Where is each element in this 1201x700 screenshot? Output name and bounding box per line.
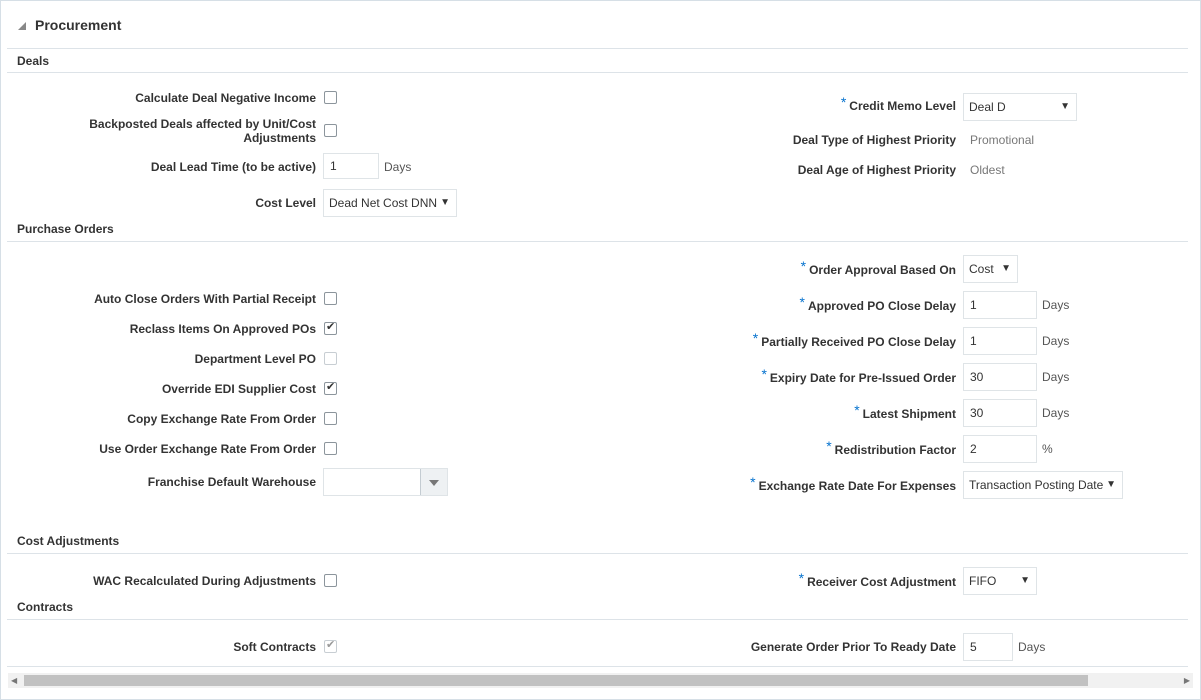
generate-order-input[interactable]: 5 [963,633,1013,661]
divider [7,72,1188,73]
reclass-items-label: Reclass Items On Approved POs [129,322,316,336]
calc-deal-negative-income-checkbox[interactable] [324,91,337,104]
scrollbar-thumb[interactable] [24,675,1088,686]
auto-close-orders-checkbox[interactable] [324,292,337,305]
backposted-deals-checkbox[interactable] [324,124,337,137]
latest-shipment-input[interactable]: 30 [963,399,1037,427]
receiver-cost-adjustment-select[interactable]: FIFO ▼ [963,567,1037,595]
receiver-cost-adjustment-label: * Receiver Cost Adjustment [798,570,956,589]
divider [7,241,1188,242]
generate-order-label: Generate Order Prior To Ready Date [750,640,956,654]
partial-po-close-unit: Days [1042,334,1070,348]
divider [7,48,1188,49]
expiry-date-unit: Days [1042,370,1070,384]
scroll-right-icon[interactable]: ▶ [1184,673,1190,688]
expiry-date-input[interactable]: 30 [963,363,1037,391]
collapse-triangle-icon[interactable] [18,22,26,30]
deal-type-priority-value: Promotional [970,133,1035,147]
divider [7,619,1188,620]
divider [7,666,1188,667]
partial-po-close-label: * Partially Received PO Close Delay [752,330,956,349]
partial-po-close-input[interactable]: 1 [963,327,1037,355]
copy-exchange-rate-label: Copy Exchange Rate From Order [127,412,316,426]
chevron-down-icon [429,480,439,486]
approved-po-close-input[interactable]: 1 [963,291,1037,319]
redistribution-factor-input[interactable]: 2 [963,435,1037,463]
exchange-rate-date-label: * Exchange Rate Date For Expenses [750,474,956,493]
horizontal-scrollbar[interactable]: ◀ ▶ [8,673,1193,688]
soft-contracts-label: Soft Contracts [233,640,316,654]
reclass-items-checkbox[interactable]: ✔ [324,321,337,335]
credit-memo-level-select[interactable]: Deal D ▼ [963,93,1077,121]
department-level-po-label: Department Level PO [194,352,316,366]
wac-recalculated-label: WAC Recalculated During Adjustments [93,574,316,588]
order-approval-based-label: * Order Approval Based On [800,258,956,277]
chevron-down-icon: ▼ [1106,479,1116,490]
soft-contracts-checkbox[interactable]: ✔ [324,639,337,653]
scroll-left-icon[interactable]: ◀ [11,673,17,688]
expiry-date-label: * Expiry Date for Pre-Issued Order [761,366,956,385]
order-approval-based-select[interactable]: Cost ▼ [963,255,1018,283]
chevron-down-icon: ▼ [1020,575,1030,586]
dropdown-button[interactable] [420,469,447,495]
section-cost-adjustments: Cost Adjustments [17,534,120,548]
chevron-down-icon: ▼ [440,197,450,208]
use-order-exchange-checkbox[interactable] [324,442,337,455]
franchise-warehouse-label: Franchise Default Warehouse [147,475,316,489]
checkmark-icon: ✔ [326,639,336,651]
chevron-down-icon: ▼ [1060,101,1070,112]
redistribution-factor-label: * Redistribution Factor [826,438,956,457]
deal-lead-time-unit: Days [384,160,412,174]
cost-level-label: Cost Level [255,196,316,210]
deal-lead-time-label: Deal Lead Time (to be active) [150,160,316,174]
latest-shipment-label: * Latest Shipment [854,402,956,421]
divider [7,553,1188,554]
section-contracts: Contracts [17,600,74,614]
auto-close-orders-label: Auto Close Orders With Partial Receipt [94,292,316,306]
deal-age-priority-value: Oldest [970,163,1005,177]
credit-memo-level-label: * Credit Memo Level [840,94,956,113]
wac-recalculated-checkbox[interactable] [324,574,337,587]
approved-po-close-unit: Days [1042,298,1070,312]
cost-level-select[interactable]: Dead Net Cost DNN ▼ [323,189,457,217]
calc-deal-negative-income-label: Calculate Deal Negative Income [135,91,316,105]
panel-title: Procurement [35,17,122,33]
checkmark-icon: ✔ [326,381,336,393]
checkmark-icon: ✔ [326,321,336,333]
chevron-down-icon: ▼ [1001,263,1011,274]
generate-order-unit: Days [1018,640,1046,654]
redistribution-factor-unit: % [1042,442,1053,456]
department-level-po-checkbox[interactable] [324,352,337,365]
use-order-exchange-label: Use Order Exchange Rate From Order [99,442,316,456]
exchange-rate-date-select[interactable]: Transaction Posting Date ▼ [963,471,1123,499]
override-edi-checkbox[interactable]: ✔ [324,381,337,395]
deal-lead-time-input[interactable]: 1 [323,153,379,179]
approved-po-close-label: * Approved PO Close Delay [799,294,957,313]
franchise-warehouse-combobox[interactable] [323,468,448,496]
override-edi-label: Override EDI Supplier Cost [161,382,316,396]
deal-type-priority-label: Deal Type of Highest Priority [792,133,956,147]
section-deals: Deals [17,54,50,68]
latest-shipment-unit: Days [1042,406,1070,420]
section-purchase-orders: Purchase Orders [17,222,114,236]
backposted-deals-label: Backposted Deals affected by Unit/Cost A… [89,117,316,145]
copy-exchange-rate-checkbox[interactable] [324,412,337,425]
deal-age-priority-label: Deal Age of Highest Priority [797,163,956,177]
